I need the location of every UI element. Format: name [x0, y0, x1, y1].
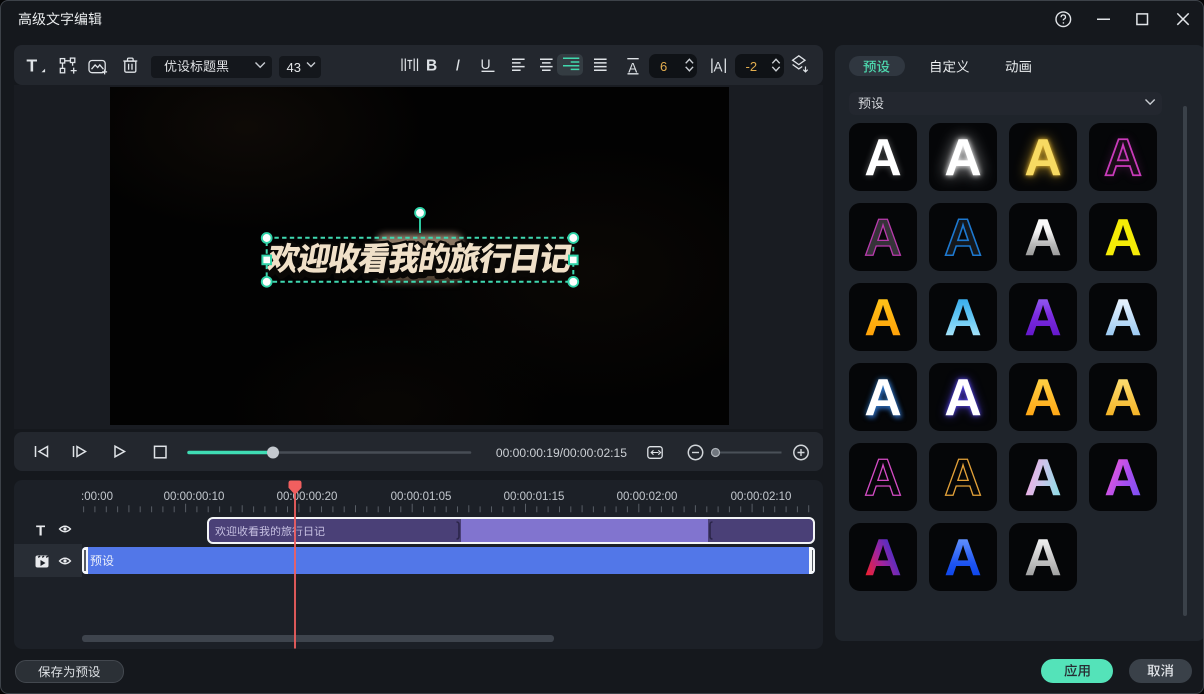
- svg-text:T: T: [36, 523, 45, 540]
